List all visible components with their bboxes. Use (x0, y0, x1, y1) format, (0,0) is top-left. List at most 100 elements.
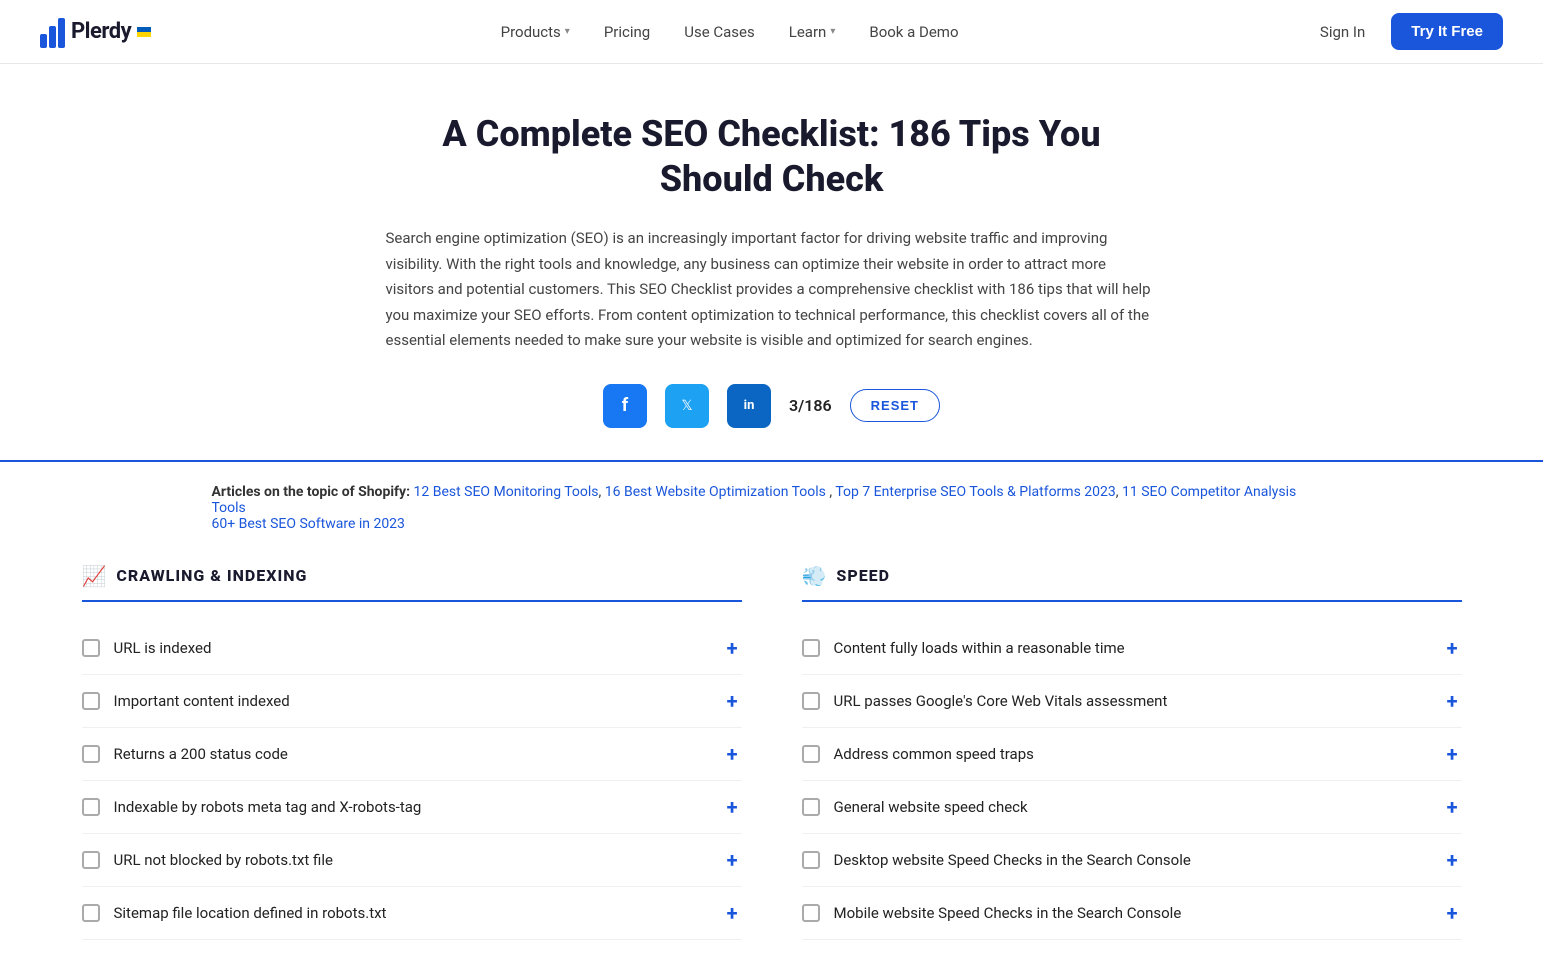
crawling-icon: 📈 (82, 564, 107, 588)
item-checkbox-5[interactable] (82, 904, 100, 922)
facebook-share-button[interactable]: f (603, 384, 647, 428)
checklist-item: General website speed check + (802, 781, 1462, 834)
checklist-item-left: Sitemap file location defined in robots.… (82, 904, 387, 922)
logo-icon (40, 16, 65, 48)
crawling-indexing-column: 📈 CRAWLING & INDEXING URL is indexed + I… (82, 564, 742, 940)
item-checkbox-1[interactable] (82, 692, 100, 710)
checklist-item-left: URL is indexed (82, 639, 212, 657)
logo-bar-1 (40, 34, 47, 48)
checklist-item: URL passes Google's Core Web Vitals asse… (802, 675, 1462, 728)
checklist-item-left: General website speed check (802, 798, 1028, 816)
item-checkbox-2[interactable] (82, 745, 100, 763)
item-label-2: Address common speed traps (834, 745, 1034, 763)
item-checkbox-0[interactable] (82, 639, 100, 657)
item-label-2: Returns a 200 status code (114, 745, 288, 763)
speed-icon: 💨 (802, 564, 827, 588)
speed-column: 💨 SPEED Content fully loads within a rea… (802, 564, 1462, 940)
nav-pricing[interactable]: Pricing (590, 15, 664, 49)
checklist-item-left: Returns a 200 status code (82, 745, 288, 763)
nav-learn[interactable]: Learn ▾ (775, 15, 850, 49)
item-label-4: Desktop website Speed Checks in the Sear… (834, 851, 1191, 869)
logo-text: Plerdy (71, 19, 131, 44)
item-expand-3[interactable]: + (1443, 795, 1462, 819)
articles-label: Articles on the topic of Shopify: (212, 484, 411, 500)
main-nav: Products ▾ Pricing Use Cases Learn ▾ Boo… (487, 15, 973, 49)
item-expand-0[interactable]: + (1443, 636, 1462, 660)
checklist-item: Returns a 200 status code + (82, 728, 742, 781)
checklist-item-left: Content fully loads within a reasonable … (802, 639, 1125, 657)
nav-products[interactable]: Products ▾ (487, 15, 584, 49)
item-checkbox-2[interactable] (802, 745, 820, 763)
chevron-down-icon: ▾ (565, 26, 570, 37)
twitter-icon: 𝕏 (681, 398, 692, 414)
item-expand-1[interactable]: + (1443, 689, 1462, 713)
twitter-share-button[interactable]: 𝕏 (665, 384, 709, 428)
checklist-counter: 3/186 (789, 396, 832, 415)
item-checkbox-0[interactable] (802, 639, 820, 657)
item-checkbox-4[interactable] (82, 851, 100, 869)
nav-book-demo[interactable]: Book a Demo (855, 15, 972, 49)
checklist-item: URL is indexed + (82, 622, 742, 675)
checklist-item-left: URL passes Google's Core Web Vitals asse… (802, 692, 1168, 710)
checklist-item-left: Desktop website Speed Checks in the Sear… (802, 851, 1191, 869)
item-expand-2[interactable]: + (1443, 742, 1462, 766)
crawling-title: CRAWLING & INDEXING (116, 566, 307, 585)
item-label-0: Content fully loads within a reasonable … (834, 639, 1125, 657)
logo[interactable]: Plerdy (40, 16, 151, 48)
checklist-item-left: Address common speed traps (802, 745, 1034, 763)
linkedin-share-button[interactable]: in (727, 384, 771, 428)
item-expand-1[interactable]: + (723, 689, 742, 713)
header: Plerdy Products ▾ Pricing Use Cases Lear… (0, 0, 1543, 64)
reset-button[interactable]: RESET (850, 389, 940, 422)
item-expand-2[interactable]: + (723, 742, 742, 766)
nav-use-cases[interactable]: Use Cases (670, 15, 769, 49)
articles-bar: Articles on the topic of Shopify: 12 Bes… (172, 462, 1372, 554)
checklist-item-left: Indexable by robots meta tag and X-robot… (82, 798, 422, 816)
article-link-3[interactable]: Top 7 Enterprise SEO Tools & Platforms 2… (835, 484, 1115, 500)
item-expand-5[interactable]: + (723, 901, 742, 925)
checklist-item: Address common speed traps + (802, 728, 1462, 781)
speed-header: 💨 SPEED (802, 564, 1462, 602)
item-label-5: Mobile website Speed Checks in the Searc… (834, 904, 1182, 922)
item-label-1: URL passes Google's Core Web Vitals asse… (834, 692, 1168, 710)
hero-section: A Complete SEO Checklist: 186 Tips You S… (362, 64, 1182, 460)
item-expand-4[interactable]: + (723, 848, 742, 872)
item-label-3: General website speed check (834, 798, 1028, 816)
item-checkbox-5[interactable] (802, 904, 820, 922)
try-free-button[interactable]: Try It Free (1391, 13, 1503, 50)
item-expand-3[interactable]: + (723, 795, 742, 819)
item-label-4: URL not blocked by robots.txt file (114, 851, 333, 869)
sign-in-button[interactable]: Sign In (1308, 17, 1377, 47)
item-checkbox-3[interactable] (82, 798, 100, 816)
speed-title: SPEED (836, 566, 890, 585)
article-link-5[interactable]: 60+ Best SEO Software in 2023 (212, 516, 405, 532)
item-label-3: Indexable by robots meta tag and X-robot… (114, 798, 422, 816)
speed-items-list: Content fully loads within a reasonable … (802, 622, 1462, 940)
checklist-section: 📈 CRAWLING & INDEXING URL is indexed + I… (42, 554, 1502, 980)
logo-bar-2 (49, 26, 56, 48)
page-title: A Complete SEO Checklist: 186 Tips You S… (386, 112, 1158, 202)
checklist-item: Important content indexed + (82, 675, 742, 728)
hero-actions: f 𝕏 in 3/186 RESET (386, 384, 1158, 428)
checklist-item: URL not blocked by robots.txt file + (82, 834, 742, 887)
item-checkbox-4[interactable] (802, 851, 820, 869)
item-expand-0[interactable]: + (723, 636, 742, 660)
crawling-header: 📈 CRAWLING & INDEXING (82, 564, 742, 602)
checklist-item: Indexable by robots meta tag and X-robot… (82, 781, 742, 834)
checklist-item: Content fully loads within a reasonable … (802, 622, 1462, 675)
hero-description: Search engine optimization (SEO) is an i… (386, 226, 1158, 354)
article-link-2[interactable]: 16 Best Website Optimization Tools (605, 484, 826, 500)
logo-bar-3 (58, 18, 65, 48)
item-expand-5[interactable]: + (1443, 901, 1462, 925)
article-link-1[interactable]: 12 Best SEO Monitoring Tools (414, 484, 599, 500)
item-checkbox-3[interactable] (802, 798, 820, 816)
chevron-down-icon: ▾ (830, 26, 835, 37)
item-label-0: URL is indexed (114, 639, 212, 657)
checklist-item: Sitemap file location defined in robots.… (82, 887, 742, 940)
item-label-5: Sitemap file location defined in robots.… (114, 904, 387, 922)
item-expand-4[interactable]: + (1443, 848, 1462, 872)
item-checkbox-1[interactable] (802, 692, 820, 710)
checklist-item-left: URL not blocked by robots.txt file (82, 851, 333, 869)
checklist-item-left: Mobile website Speed Checks in the Searc… (802, 904, 1182, 922)
crawling-items-list: URL is indexed + Important content index… (82, 622, 742, 940)
